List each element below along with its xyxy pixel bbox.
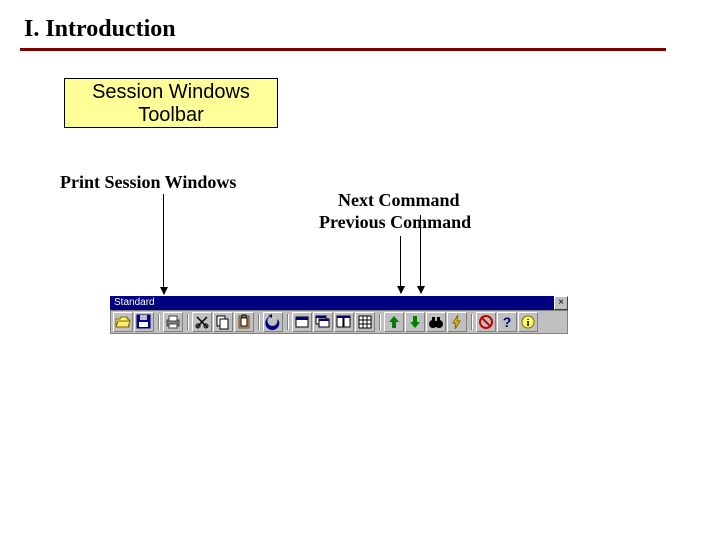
window-stack-icon [315,314,331,330]
toolbar-separator [185,312,191,332]
toolbar-button-row [110,310,568,334]
title-box-line1: Session Windows [65,81,277,104]
floppy-icon [136,314,152,330]
arrow-to-next [420,215,421,293]
section-heading: I. Introduction [24,16,176,43]
about-button[interactable] [518,312,538,332]
label-print-session: Print Session Windows [60,172,236,193]
scissors-icon [194,314,210,330]
toolbar-separator [377,312,383,332]
arrow-down-icon [407,314,423,330]
question-icon [499,314,515,330]
folder-open-icon [115,314,131,330]
window-icon [294,314,310,330]
toolbar-titlebar: Standard × [110,296,568,310]
prev-button[interactable] [384,312,404,332]
toolbar-title: Standard [110,296,554,310]
toolbar-separator [469,312,475,332]
info-icon [520,314,536,330]
section-rule [20,48,666,51]
print-button[interactable] [163,312,183,332]
stop-button[interactable] [476,312,496,332]
bolt-icon [449,314,465,330]
session-toolbar: Standard × [110,296,568,334]
copy-icon [215,314,231,330]
printer-icon [165,314,181,330]
title-box-line2: Toolbar [65,104,277,127]
arrow-up-icon [386,314,402,330]
toolbar-separator [156,312,162,332]
undo-button[interactable] [263,312,283,332]
label-previous-command: Previous Command [319,212,471,233]
cut-button[interactable] [192,312,212,332]
paste-button[interactable] [234,312,254,332]
copy-button[interactable] [213,312,233,332]
next-button[interactable] [405,312,425,332]
clipboard-icon [236,314,252,330]
title-box: Session Windows Toolbar [64,78,278,128]
no-entry-icon [478,314,494,330]
binoculars-icon [428,314,444,330]
arrow-to-prev [400,236,401,293]
toolbar-close-button[interactable]: × [554,296,568,310]
label-next-command: Next Command [338,190,460,211]
bolt-button[interactable] [447,312,467,332]
find-button[interactable] [426,312,446,332]
save-button[interactable] [134,312,154,332]
arrow-to-print [163,194,164,294]
undo-icon [265,314,281,330]
win3-button[interactable] [334,312,354,332]
open-button[interactable] [113,312,133,332]
grid-button[interactable] [355,312,375,332]
help-button[interactable] [497,312,517,332]
toolbar-separator [256,312,262,332]
grid-icon [357,314,373,330]
tile-icon [336,314,352,330]
win2-button[interactable] [313,312,333,332]
win1-button[interactable] [292,312,312,332]
toolbar-separator [285,312,291,332]
